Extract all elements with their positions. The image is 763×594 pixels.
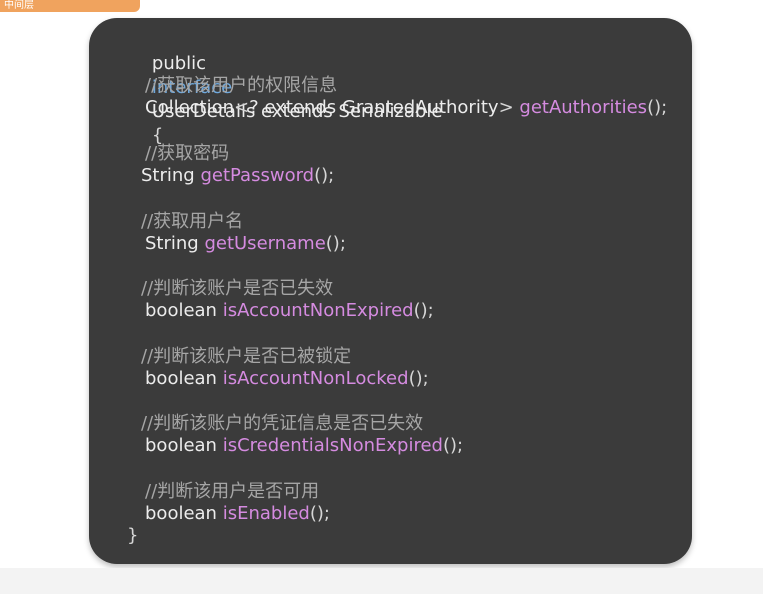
comment-username: //获取用户名 — [141, 211, 244, 232]
method-is-credentials-non-expired: boolean isCredentialsNonExpired(); — [145, 434, 463, 458]
method-get-authorities: Collection<? extends GrantedAuthority> g… — [145, 96, 667, 120]
method-name: getUsername — [204, 233, 326, 254]
return-type: String — [141, 165, 195, 186]
close-brace: } — [127, 525, 139, 546]
method-suffix: (); — [309, 503, 330, 524]
method-name: getAuthorities — [519, 97, 648, 118]
generic-close: > — [498, 97, 514, 118]
return-type: boolean — [145, 503, 217, 524]
method-suffix: (); — [442, 435, 464, 456]
comment-authorities: //获取该用户的权限信息 — [145, 75, 338, 96]
keyword-public: public — [151, 53, 207, 74]
method-is-account-non-locked: boolean isAccountNonLocked(); — [145, 367, 429, 391]
method-name: isCredentialsNonExpired — [222, 435, 443, 456]
comment-credentials-expired: //判断该账户的凭证信息是否已失效 — [141, 413, 424, 434]
return-type: boolean — [145, 300, 217, 321]
generic-type: ? extends GrantedAuthority — [249, 97, 499, 118]
method-get-username: String getUsername(); — [145, 232, 346, 256]
comment-account-expired: //判断该账户是否已失效 — [141, 278, 334, 299]
method-suffix: (); — [325, 233, 346, 254]
generic-open: < — [234, 97, 250, 118]
bottom-strip — [0, 568, 763, 594]
method-get-password: String getPassword(); — [141, 164, 334, 188]
comment-account-locked: //判断该账户是否已被锁定 — [141, 346, 352, 367]
method-name: isAccountNonExpired — [222, 300, 414, 321]
return-type: String — [145, 233, 199, 254]
return-type: Collection — [145, 97, 235, 118]
code-block: public interface UserDetails extends Ser… — [89, 18, 692, 564]
method-name: isEnabled — [222, 503, 310, 524]
comment-password: //获取密码 — [145, 143, 230, 164]
method-is-enabled: boolean isEnabled(); — [145, 502, 330, 526]
section-badge-label: 中间层 — [4, 0, 34, 11]
return-type: boolean — [145, 435, 217, 456]
method-is-account-non-expired: boolean isAccountNonExpired(); — [145, 299, 434, 323]
comment-enabled: //判断该用户是否可用 — [145, 481, 320, 502]
return-type: boolean — [145, 368, 217, 389]
method-name: isAccountNonLocked — [222, 368, 409, 389]
method-suffix: (); — [408, 368, 429, 389]
method-name: getPassword — [200, 165, 315, 186]
section-badge: 中间层 — [0, 0, 140, 12]
method-suffix: (); — [413, 300, 434, 321]
method-suffix: (); — [647, 97, 668, 118]
method-suffix: (); — [314, 165, 335, 186]
